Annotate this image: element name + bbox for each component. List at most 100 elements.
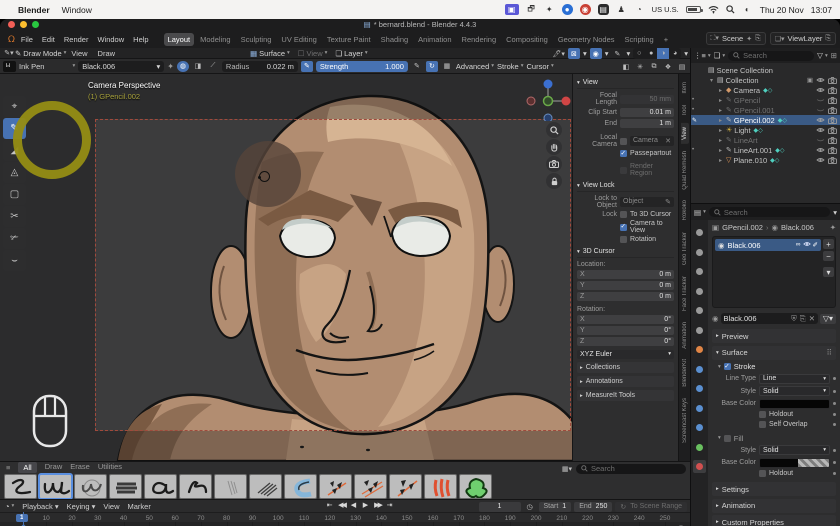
- box-tool-button[interactable]: ▢: [3, 184, 26, 205]
- npanel-tab-view[interactable]: View: [681, 123, 689, 144]
- properties-editor-icon[interactable]: ▤▾: [694, 208, 706, 217]
- interpolate-tool-button[interactable]: ⌣: [3, 250, 26, 271]
- line-type-dropdown[interactable]: Line▾: [759, 374, 830, 384]
- render-region-checkbox[interactable]: [620, 167, 627, 174]
- jump-end-button[interactable]: ⇥: [385, 501, 394, 509]
- disable-in-renders-icon[interactable]: [828, 147, 837, 154]
- outliner-new-collection-icon[interactable]: ⊞: [831, 51, 837, 60]
- outliner-item-plane-010[interactable]: ▸▽Plane.010◆◇: [691, 155, 840, 165]
- navigation-gizmo[interactable]: [526, 76, 571, 121]
- smooth-icon[interactable]: ▦: [441, 61, 453, 72]
- cutter-tool-button[interactable]: ✂: [3, 206, 26, 227]
- brush-preview-icon[interactable]: [3, 61, 16, 72]
- properties-tab-modifiers[interactable]: [693, 363, 706, 376]
- brush-soft-w[interactable]: .k{stroke:#1c1c1c;stroke-width:2.3;fill:…: [74, 474, 107, 499]
- to-3d-cursor-checkbox[interactable]: [620, 211, 627, 218]
- mask-icon[interactable]: ◨: [192, 61, 204, 72]
- camera-view-gizmo-icon[interactable]: [546, 156, 562, 172]
- exclude-collection-checkbox[interactable]: ▣: [807, 76, 813, 84]
- slot-hide-icon[interactable]: [803, 241, 811, 247]
- material-selector[interactable]: Black.006▾: [78, 61, 164, 72]
- npanel-tab-rokoko[interactable]: Rokoko: [681, 196, 689, 224]
- eye-open-icon[interactable]: [816, 87, 825, 93]
- cursor-dropdown[interactable]: Cursor▾: [526, 62, 553, 71]
- viewlayer-new-icon[interactable]: ⎘: [825, 35, 831, 43]
- material-shading-icon[interactable]: ◑: [657, 48, 669, 59]
- expand-icon[interactable]: ▾: [710, 77, 717, 84]
- npanel-tab-blenderkit[interactable]: BlenderKit: [681, 355, 689, 391]
- view-panel-header[interactable]: ▾View: [577, 77, 674, 89]
- outliner-filter-id-icon[interactable]: ❏▾: [714, 51, 726, 60]
- properties-search-input[interactable]: Search: [709, 207, 830, 217]
- properties-tab-render[interactable]: [693, 246, 706, 259]
- xray-icon[interactable]: ⧉: [648, 61, 660, 72]
- breadcrumb-object[interactable]: GPencil.002: [722, 223, 763, 232]
- lock-to-object-field[interactable]: Object✎: [620, 197, 674, 207]
- fill-style-dropdown[interactable]: Solid▾: [759, 445, 830, 455]
- play-button[interactable]: ▶: [361, 501, 370, 509]
- outliner-search-input[interactable]: Search: [728, 51, 814, 61]
- mode-dropdown[interactable]: ✎Draw Mode▾: [15, 49, 66, 58]
- expand-icon[interactable]: ▸: [719, 147, 726, 154]
- rotation-checkbox[interactable]: [620, 236, 627, 243]
- current-frame-chip[interactable]: 1: [16, 514, 28, 522]
- radius-pressure-icon[interactable]: ✎: [301, 61, 313, 72]
- outliner-item-scene collection[interactable]: ▤Scene Collection: [691, 65, 840, 75]
- mac-window-menu[interactable]: Window: [62, 5, 92, 15]
- overlays-icon[interactable]: ◧: [620, 61, 632, 72]
- brush-hatch-red[interactable]: .k{stroke:#1c1c1c;stroke-width:2.3;fill:…: [424, 474, 457, 499]
- outliner-item-camera[interactable]: ▸◆Camera◆◇: [691, 85, 840, 95]
- cursor-location-z-field[interactable]: Z0 m: [577, 292, 674, 301]
- jump-start-button[interactable]: ⇤: [325, 501, 334, 509]
- placement-dropdown[interactable]: ▦Surface▾: [250, 49, 290, 58]
- menu-edit[interactable]: Edit: [42, 35, 55, 44]
- properties-tab-material[interactable]: [693, 460, 706, 473]
- display-icon[interactable]: 🗗: [526, 4, 537, 15]
- brush-zigzag-pen[interactable]: .k{stroke:#1c1c1c;stroke-width:2.3;fill:…: [4, 474, 37, 499]
- properties-tab-particles[interactable]: [693, 382, 706, 395]
- properties-tab-object-data[interactable]: [693, 441, 706, 454]
- fake-user-icon[interactable]: ⛨: [791, 314, 797, 324]
- select-visible-icon[interactable]: 🖊▾: [553, 48, 565, 59]
- eyedropper-tool-button[interactable]: ✃: [3, 228, 26, 249]
- slot-lock-icon[interactable]: ✐: [813, 241, 818, 249]
- view-plane-dropdown[interactable]: ☐View▾: [298, 49, 328, 58]
- input-source[interactable]: US U.S.: [652, 5, 679, 14]
- brush-squiggle[interactable]: .k{stroke:#1c1c1c;stroke-width:2.3;fill:…: [179, 474, 212, 499]
- preview-panel-header[interactable]: ▸Preview: [712, 329, 836, 343]
- shelf-tab-draw[interactable]: Draw: [45, 462, 63, 473]
- eye-open-icon[interactable]: [816, 127, 825, 133]
- panel-collections[interactable]: ▸Collections: [577, 362, 674, 373]
- properties-tab-output[interactable]: [693, 265, 706, 278]
- npanel-tab-geo-tracker[interactable]: Geo Tracker: [681, 228, 689, 269]
- falloff-icon[interactable]: ⟋: [207, 61, 219, 72]
- workspace-tab-animation[interactable]: Animation: [414, 33, 455, 46]
- properties-tab-view-layer[interactable]: [693, 285, 706, 298]
- disable-in-renders-icon[interactable]: [828, 157, 837, 164]
- brush-splatter-orange-c[interactable]: .k{stroke:#1c1c1c;stroke-width:2.3;fill:…: [389, 474, 422, 499]
- battery-icon[interactable]: [686, 6, 701, 13]
- brush-pencil-hatch[interactable]: .k{stroke:#1c1c1c;stroke-width:2.3;fill:…: [249, 474, 282, 499]
- panel-annotations[interactable]: ▸Annotations: [577, 376, 674, 387]
- eye-closed-icon[interactable]: [816, 97, 825, 103]
- expand-icon[interactable]: ▸: [719, 157, 726, 164]
- brush-splatter-orange-b[interactable]: .k{stroke:#1c1c1c;stroke-width:2.3;fill:…: [354, 474, 387, 499]
- brush-watercolor-blue[interactable]: .k{stroke:#1c1c1c;stroke-width:2.3;fill:…: [284, 474, 317, 499]
- timeline-ruler[interactable]: 1 10203040506070809010011012013014015016…: [0, 512, 690, 522]
- play-reverse-button[interactable]: ◀: [349, 501, 358, 509]
- menubar-time[interactable]: 13:07: [811, 5, 832, 15]
- playhead[interactable]: [23, 512, 24, 526]
- proportional-edit-icon[interactable]: ◉: [590, 48, 602, 59]
- snapping-icon[interactable]: ⊠: [568, 48, 580, 59]
- pin-id-icon[interactable]: ✦: [830, 223, 836, 232]
- new-material-icon[interactable]: ⎘: [800, 314, 806, 324]
- browser-icon[interactable]: ◉: [580, 4, 591, 15]
- editor-type-icon[interactable]: ✎▾: [3, 48, 15, 59]
- workspace-tab-compositing[interactable]: Compositing: [502, 33, 552, 46]
- camera-to-view-checkbox[interactable]: [620, 224, 627, 231]
- person-icon[interactable]: ♟: [616, 4, 627, 15]
- cursor-rotation-x-field[interactable]: X0°: [577, 315, 674, 324]
- scene-selector[interactable]: ⛶▾ Scene✦⎘: [706, 32, 766, 45]
- expand-icon[interactable]: ▸: [719, 127, 726, 134]
- draw-menu[interactable]: Draw: [98, 49, 116, 58]
